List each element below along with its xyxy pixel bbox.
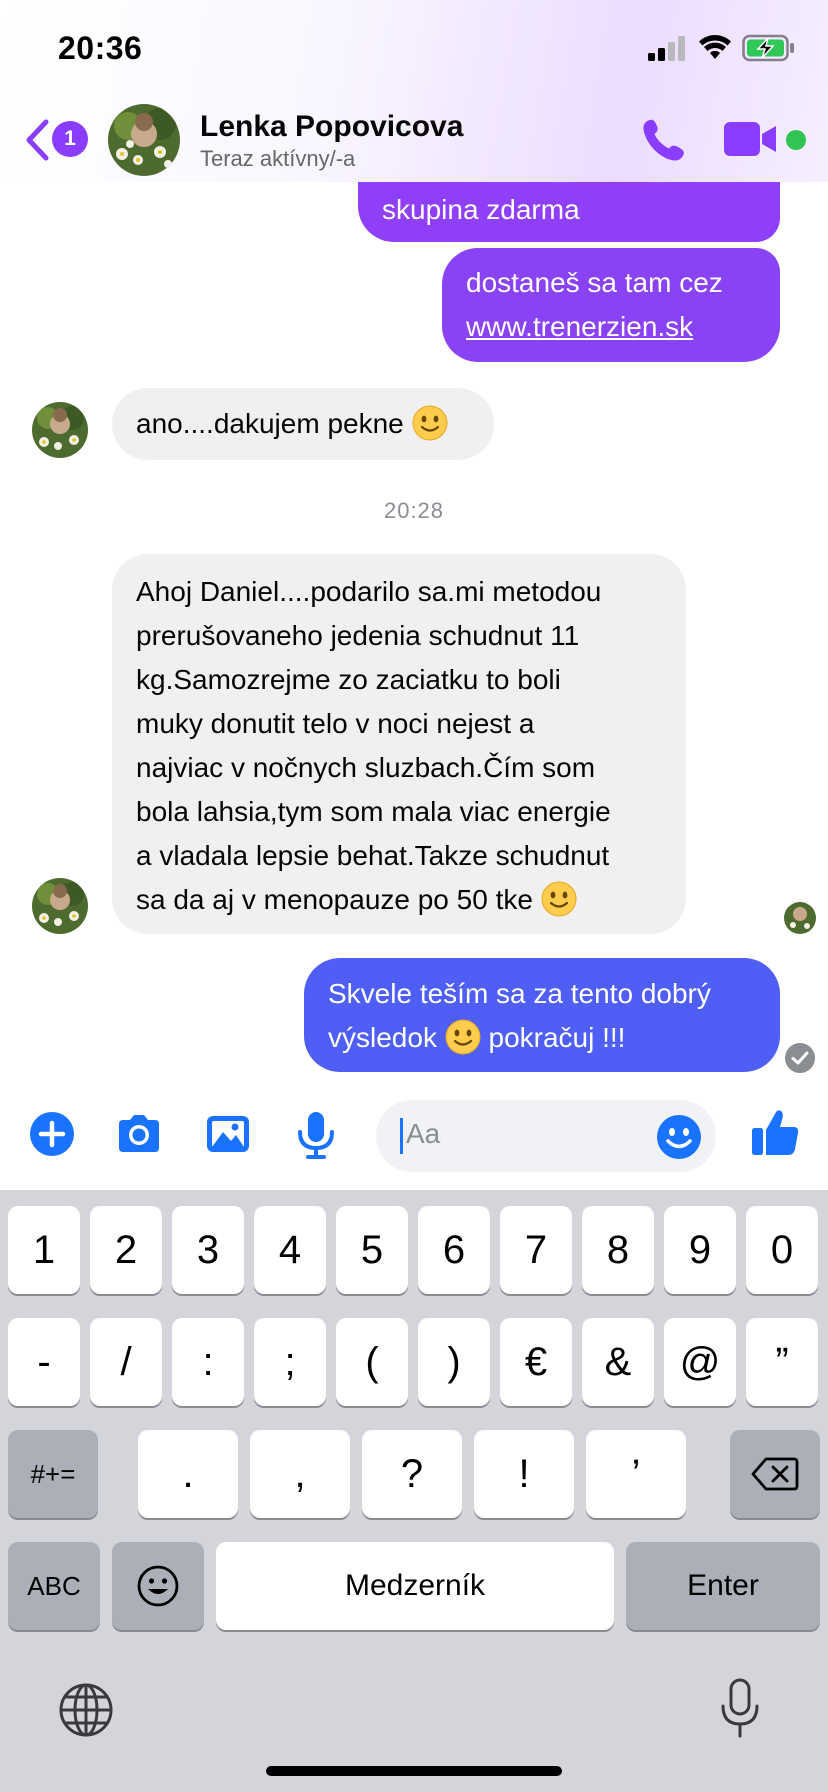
battery-charging-icon (742, 34, 794, 62)
message-text: dostaneš sa tam cez (466, 267, 723, 298)
gallery-button[interactable] (204, 1110, 254, 1160)
message-link[interactable]: www.trenerzien.sk (466, 305, 780, 349)
key-emoji[interactable] (112, 1542, 204, 1630)
slightly-smiling-face-emoji (541, 881, 577, 917)
message-line: prerušovaneho jedenia schudnut 11 (136, 620, 580, 651)
voice-message-button[interactable] (294, 1110, 344, 1160)
key-4[interactable]: 4 (254, 1206, 326, 1294)
message-line: a vladala lepsie behat.Takze schudnut (136, 840, 610, 871)
back-button[interactable]: 1 (24, 118, 94, 162)
add-button[interactable] (28, 1110, 78, 1160)
key-colon[interactable]: : (172, 1318, 244, 1406)
sender-avatar[interactable] (32, 878, 88, 934)
key-apostrophe[interactable]: ’ (586, 1430, 686, 1518)
dictation-button[interactable] (720, 1678, 760, 1740)
key-0[interactable]: 0 (746, 1206, 818, 1294)
key-space[interactable]: Medzerník (216, 1542, 614, 1630)
chevron-left-icon (26, 119, 49, 161)
message-line: muky donutit telo v noci nejest a (136, 708, 535, 739)
incoming-message[interactable]: Ahoj Daniel....podarilo sa.mi metodou pr… (112, 554, 686, 934)
message-text: skupina zdarma (382, 194, 580, 225)
key-period[interactable]: . (138, 1430, 238, 1518)
message-text: Skvele teším sa za tento dobrý (328, 978, 711, 1009)
wifi-icon (699, 35, 731, 59)
message-text: pokračuj !!! (488, 1022, 626, 1053)
sender-avatar[interactable] (32, 402, 88, 458)
key-1[interactable]: 1 (8, 1206, 80, 1294)
key-backspace[interactable] (730, 1430, 820, 1518)
sent-check-icon (785, 1043, 815, 1073)
status-time: 20:36 (58, 30, 143, 66)
phone-icon (643, 119, 684, 161)
video-camera-icon (724, 122, 776, 156)
key-comma[interactable]: , (250, 1430, 350, 1518)
key-6[interactable]: 6 (418, 1206, 490, 1294)
key-8[interactable]: 8 (582, 1206, 654, 1294)
camera-icon (119, 1115, 159, 1152)
signal-icon (648, 36, 685, 61)
key-3[interactable]: 3 (172, 1206, 244, 1294)
contact-name[interactable]: Lenka Popovicova (200, 110, 463, 144)
key-hyphen[interactable]: - (8, 1318, 80, 1406)
message-input-placeholder: Aa (406, 1118, 441, 1149)
voice-call-button[interactable] (640, 116, 688, 164)
outgoing-message[interactable]: Skvele teším sa za tento dobrý výsledok … (304, 958, 780, 1072)
language-switch-button[interactable] (58, 1682, 114, 1738)
message-line: sa da aj v menopauze po 50 tke (136, 884, 533, 915)
key-slash[interactable]: / (90, 1318, 162, 1406)
message-timestamp: 20:28 (383, 498, 445, 523)
key-5[interactable]: 5 (336, 1206, 408, 1294)
message-text: ano....dakujem pekne (136, 408, 404, 439)
microphone-icon (721, 1678, 759, 1738)
message-line: najviac v nočnych sluzbach.Čím som (136, 752, 596, 783)
plus-icon (30, 1112, 74, 1156)
key-ampersand[interactable]: & (582, 1318, 654, 1406)
text-caret (400, 1118, 403, 1154)
emoji-keyboard-icon (137, 1565, 179, 1607)
key-more-symbols[interactable]: #+= (8, 1430, 98, 1518)
unread-count-badge: 1 (52, 121, 88, 157)
message-line: Ahoj Daniel....podarilo sa.mi metodou (136, 576, 602, 607)
key-semicolon[interactable]: ; (254, 1318, 326, 1406)
key-at[interactable]: @ (664, 1318, 736, 1406)
message-text: výsledok (328, 1022, 437, 1053)
read-receipt-avatar (784, 902, 816, 934)
status-icons (648, 34, 796, 62)
key-quote[interactable]: ” (746, 1318, 818, 1406)
globe-icon (59, 1683, 113, 1737)
emoji-button[interactable] (656, 1114, 702, 1160)
thumbs-up-icon (752, 1110, 799, 1155)
smiley-icon (657, 1115, 701, 1159)
key-close-paren[interactable]: ) (418, 1318, 490, 1406)
key-2[interactable]: 2 (90, 1206, 162, 1294)
message-line: kg.Samozrejme zo zaciatku to boli (136, 664, 561, 695)
chat-header: 20:36 1 Lenka Popovicova Teraz aktívny/-… (0, 0, 828, 182)
key-euro[interactable]: € (500, 1318, 572, 1406)
slightly-smiling-face-emoji (445, 1019, 481, 1055)
key-enter[interactable]: Enter (626, 1542, 820, 1630)
camera-button[interactable] (114, 1110, 164, 1160)
contact-status: Teraz aktívny/-a (200, 146, 356, 171)
microphone-icon (298, 1112, 334, 1159)
incoming-message[interactable]: ano....dakujem pekne (112, 388, 494, 460)
image-icon (207, 1116, 249, 1152)
key-abc[interactable]: ABC (8, 1542, 100, 1630)
key-7[interactable]: 7 (500, 1206, 572, 1294)
key-9[interactable]: 9 (664, 1206, 736, 1294)
slightly-smiling-face-emoji (412, 405, 448, 441)
key-question[interactable]: ? (362, 1430, 462, 1518)
message-line: bola lahsia,tym som mala viac energie (136, 796, 611, 827)
backspace-icon (751, 1457, 799, 1491)
online-status-dot (786, 130, 806, 150)
key-open-paren[interactable]: ( (336, 1318, 408, 1406)
video-call-button[interactable] (722, 118, 778, 162)
key-exclamation[interactable]: ! (474, 1430, 574, 1518)
like-button[interactable] (750, 1106, 802, 1158)
home-indicator[interactable] (266, 1766, 562, 1776)
outgoing-message[interactable]: dostaneš sa tam cez www.trenerzien.sk (442, 248, 780, 362)
contact-avatar[interactable] (108, 104, 180, 176)
